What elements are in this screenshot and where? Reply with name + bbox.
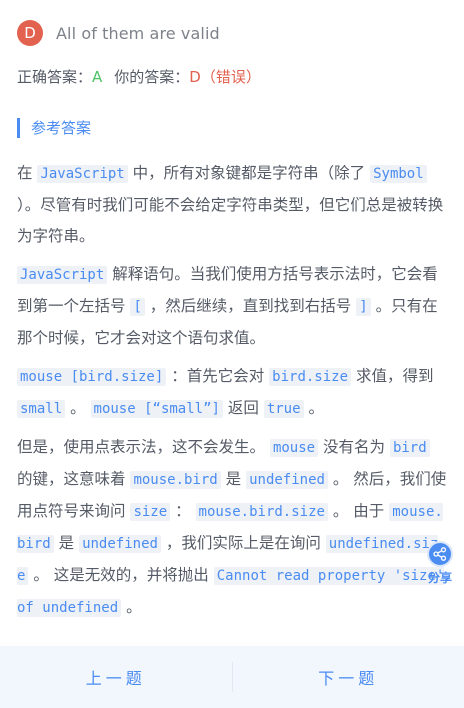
share-button[interactable]: 分享 [423, 541, 457, 586]
text: ，我们实际上是在询问 [160, 534, 326, 552]
text: ：首先它会对 [166, 367, 270, 385]
text: 中，所有对象键都是字符串（除了 [127, 164, 371, 182]
text: 是 [53, 534, 80, 552]
code-snippet: true [263, 400, 304, 418]
explanation-paragraph: mouse [bird.size] ：首先它会对 bird.size 求值，得到… [17, 361, 447, 425]
your-answer-label: 你的答案： [114, 68, 190, 86]
text: 没有名为 [318, 438, 390, 456]
code-snippet: undefined [246, 471, 328, 489]
text: 在 [17, 164, 38, 182]
text: 但是，使用点表示法，这不会发生。 [17, 438, 270, 456]
code-snippet: Symbol [370, 165, 427, 183]
code-snippet: mouse [269, 439, 319, 457]
explanation-body: 在 JavaScript 中，所有对象键都是字符串（除了 Symbol ）。尽管… [17, 158, 447, 631]
text: 。 由于 [327, 502, 390, 520]
code-snippet: bird [389, 439, 430, 457]
reference-answer-title: 参考答案 [17, 118, 91, 138]
next-question-button[interactable]: 下一题 [233, 665, 464, 689]
text: 返回 [222, 399, 264, 417]
code-snippet: JavaScript [37, 165, 128, 183]
code-snippet: mouse.bird [130, 471, 221, 489]
code-snippet: undefined [79, 535, 161, 553]
code-snippet: bird.size [269, 368, 352, 386]
text: ，然后继续，直到找到右括号 [144, 297, 357, 315]
code-snippet: mouse [“small”] [90, 400, 223, 418]
share-icon [427, 541, 453, 567]
code-snippet: mouse [bird.size] [17, 368, 167, 386]
text: 是 [220, 470, 247, 488]
explanation-paragraph: JavaScript 解释语句。当我们使用方括号表示法时，它会看到第一个左括号 … [17, 259, 447, 354]
text: 求值，得到 [351, 367, 434, 385]
text: 。 [65, 399, 91, 417]
explanation-paragraph: 但是，使用点表示法，这不会发生。 mouse 没有名为 bird 的键，这意味着… [17, 432, 447, 624]
code-snippet: small [17, 400, 66, 418]
correct-answer-value: A [92, 68, 103, 86]
text: 的键，这意味着 [17, 470, 131, 488]
code-snippet: size [130, 503, 171, 521]
option-text: All of them are valid [56, 23, 220, 43]
answer-summary: 正确答案：A 你的答案：D（错误） [17, 66, 261, 87]
text: ： [170, 502, 196, 520]
correct-answer-label: 正确答案： [17, 68, 93, 86]
code-snippet: [ [130, 298, 145, 316]
explanation-paragraph: 在 JavaScript 中，所有对象键都是字符串（除了 Symbol ）。尽管… [17, 158, 447, 252]
share-label: 分享 [427, 571, 452, 585]
text: 。 [303, 399, 324, 417]
code-snippet: ] [356, 298, 371, 316]
text: ）。尽管有时我们可能不会给定字符串类型，但它们总是被转换为字符串。 [17, 196, 444, 245]
code-snippet: JavaScript [17, 266, 108, 284]
your-answer-value: D（错误） [189, 68, 261, 86]
code-snippet: mouse.bird.size [195, 503, 328, 521]
text: 。 [121, 598, 142, 616]
option-letter-badge: D [17, 20, 43, 46]
previous-question-button[interactable]: 上一题 [0, 665, 232, 689]
question-navigation-bar: 上一题 下一题 [0, 646, 464, 708]
text: 。 这是无效的，并将抛出 [28, 566, 214, 584]
selected-option[interactable]: D All of them are valid [17, 20, 220, 46]
